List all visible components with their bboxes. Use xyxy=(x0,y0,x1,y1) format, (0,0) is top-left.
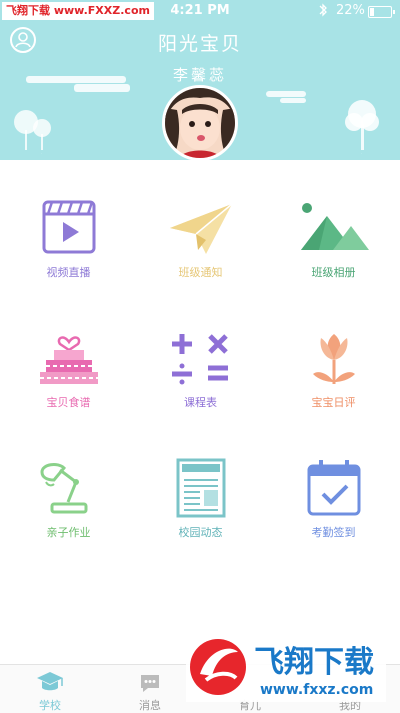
tab-messages[interactable]: 消息 xyxy=(100,665,200,713)
tulip-icon xyxy=(312,334,355,384)
feature-baby-menu[interactable]: 宝贝食谱 xyxy=(2,328,135,410)
feature-timetable[interactable]: 课程表 xyxy=(134,328,267,410)
newspaper-icon xyxy=(176,458,225,518)
feature-attendance[interactable]: 考勤签到 xyxy=(267,458,400,540)
cloud-decoration xyxy=(74,84,130,92)
bluetooth-icon xyxy=(318,2,328,22)
feature-parent-homework[interactable]: 亲子作业 xyxy=(2,458,135,540)
chat-bubble-icon xyxy=(141,675,159,692)
battery-icon xyxy=(368,6,395,18)
feature-label: 考勤签到 xyxy=(311,526,356,539)
svg-text:飞翔下载: 飞翔下载 xyxy=(254,645,374,680)
feature-video-live[interactable]: 视频直播 xyxy=(2,198,135,280)
battery-fill xyxy=(370,8,374,16)
feature-label: 班级通知 xyxy=(178,266,223,279)
feature-label: 视频直播 xyxy=(46,266,91,279)
feature-campus-news[interactable]: 校园动态 xyxy=(134,458,267,540)
math-symbols-icon xyxy=(171,334,228,385)
mountain-photo-icon xyxy=(300,203,369,250)
battery-percent: 22% xyxy=(336,3,365,18)
status-bar: 飞翔下载 www.FXXZ.com 4:21 PM 22% xyxy=(0,0,400,22)
child-name: 李馨蕊 xyxy=(172,66,227,84)
calendar-check-icon xyxy=(307,460,360,516)
feature-daily-review[interactable]: 宝宝日评 xyxy=(267,328,400,410)
tree-decoration xyxy=(345,100,379,154)
feature-class-notice[interactable]: 班级通知 xyxy=(134,198,267,280)
feature-label: 宝贝食谱 xyxy=(46,396,91,409)
tree-decoration xyxy=(14,110,51,154)
feature-label: 课程表 xyxy=(184,396,217,409)
graduation-cap-icon xyxy=(37,672,63,691)
tab-label: 学校 xyxy=(39,699,61,712)
cloud-decoration xyxy=(280,98,306,103)
paper-plane-icon xyxy=(169,203,232,254)
page-title: 阳光宝贝 xyxy=(157,33,242,55)
feature-label: 亲子作业 xyxy=(46,526,91,539)
svg-text:www.fxxz.com: www.fxxz.com xyxy=(260,682,373,698)
tab-school[interactable]: 学校 xyxy=(0,665,100,713)
feature-class-album[interactable]: 班级相册 xyxy=(267,198,400,280)
tab-label: 消息 xyxy=(139,699,161,712)
desk-lamp-icon xyxy=(39,463,87,514)
feature-label: 校园动态 xyxy=(178,526,223,539)
feature-label: 宝宝日评 xyxy=(311,396,356,409)
feature-label: 班级相册 xyxy=(311,266,356,279)
site-logo-watermark: 飞翔下载 www.fxxz.com xyxy=(186,632,386,702)
avatar[interactable] xyxy=(162,85,238,161)
cloud-decoration xyxy=(266,91,306,97)
video-play-icon xyxy=(42,200,95,254)
cake-icon xyxy=(39,336,98,384)
